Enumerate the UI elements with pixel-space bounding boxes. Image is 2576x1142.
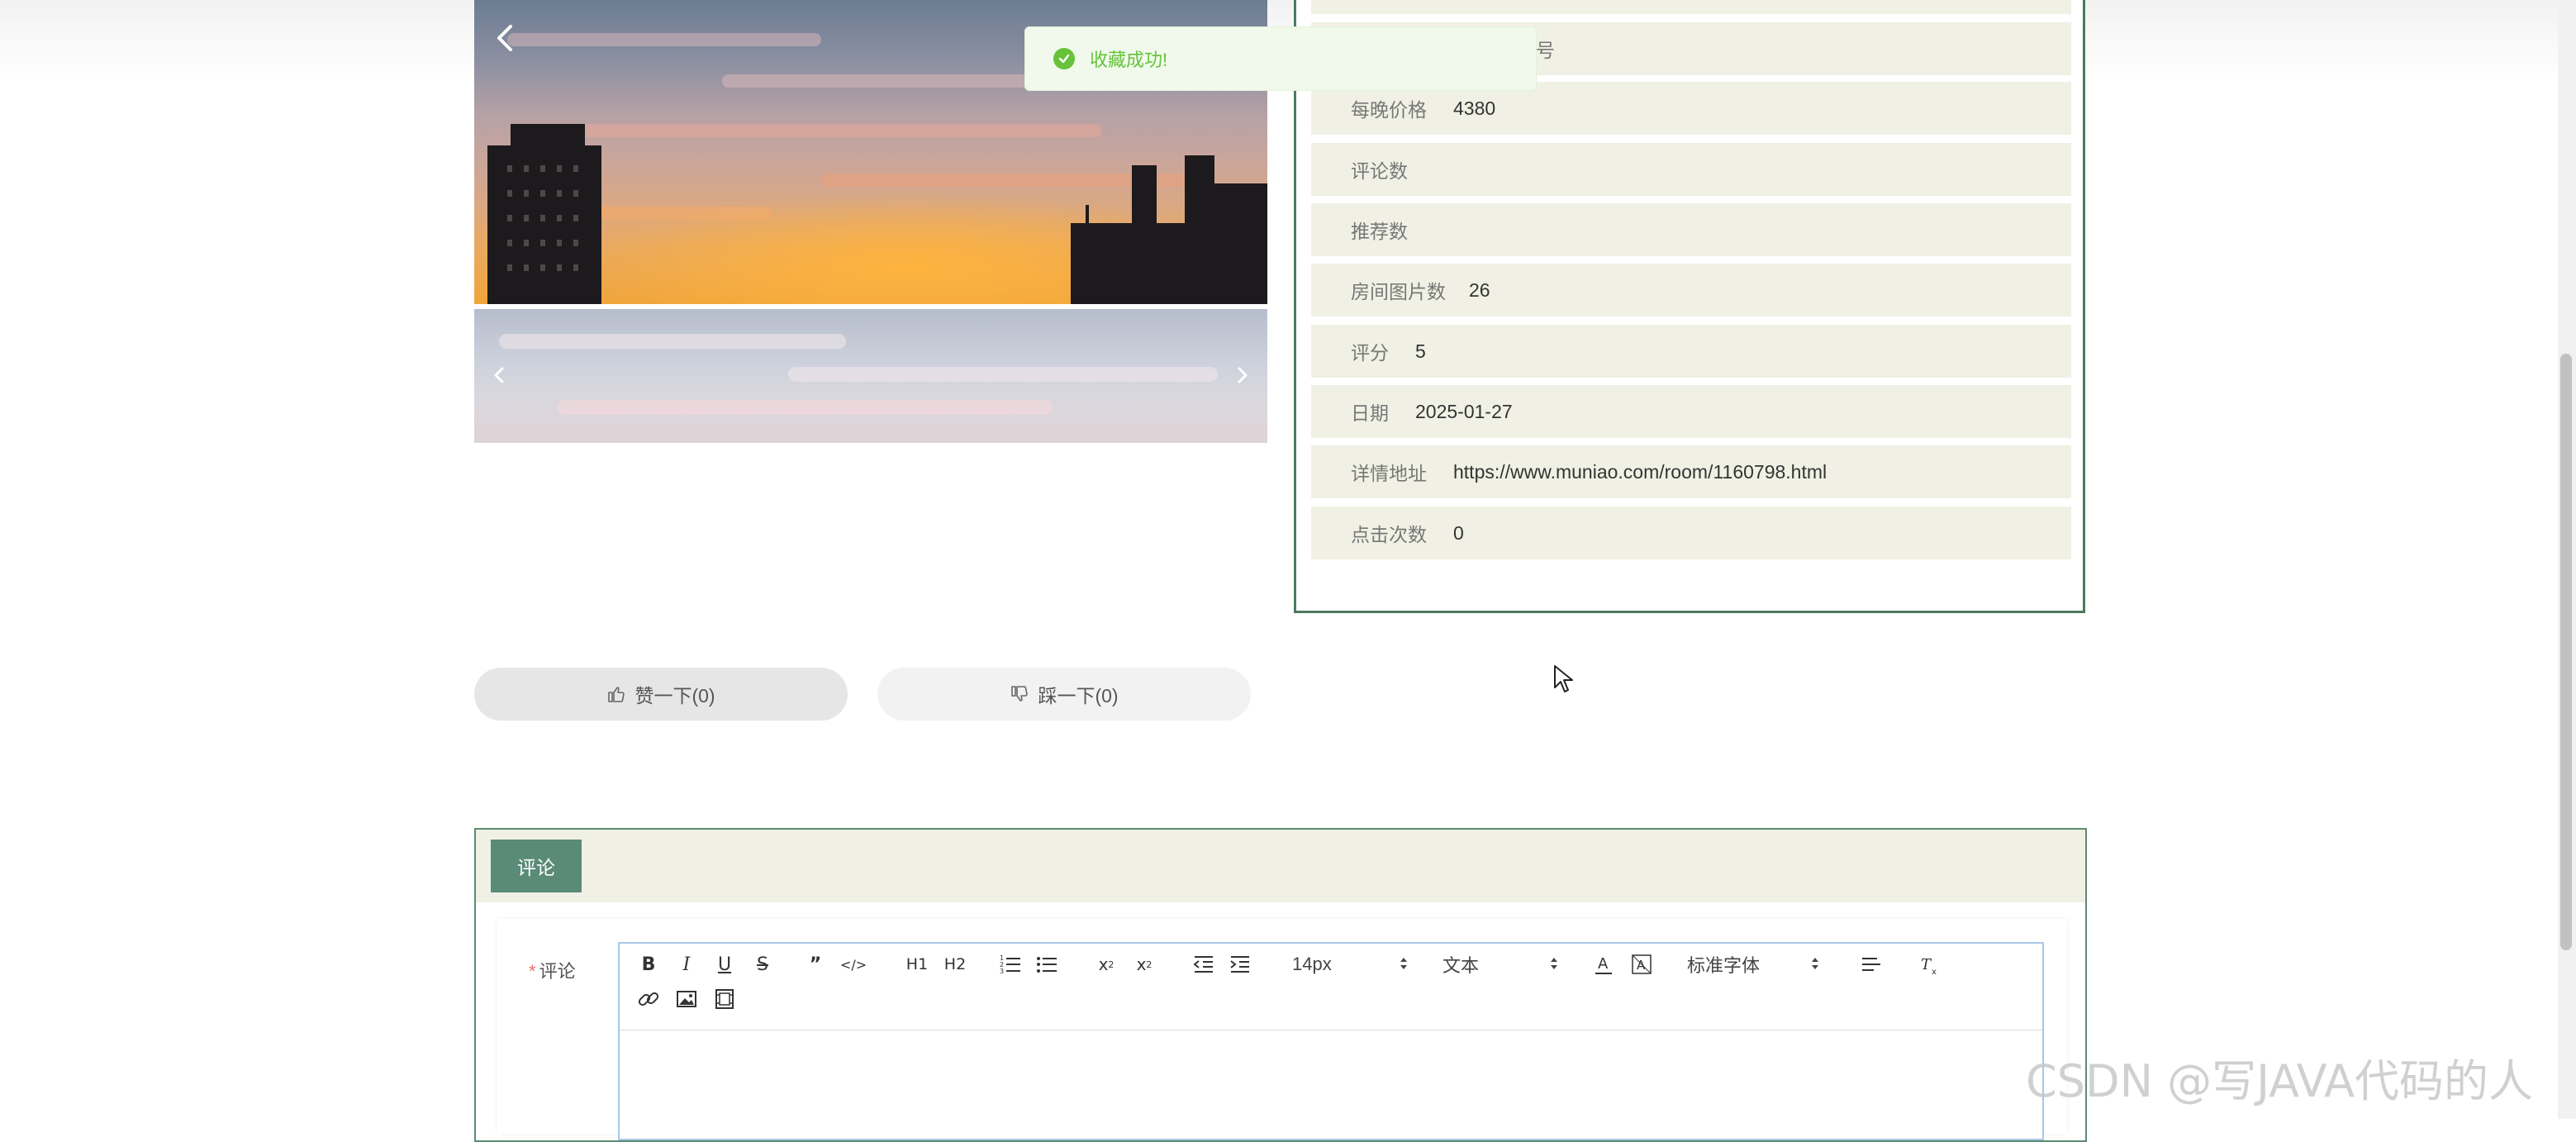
select-caret-icon xyxy=(1400,958,1407,969)
thumbnail-strip[interactable] xyxy=(474,309,1267,443)
thumbs-up-icon xyxy=(608,687,625,702)
select-caret-icon xyxy=(1812,958,1818,969)
rooftop-structure xyxy=(1228,183,1261,217)
font-size-value: 14px xyxy=(1292,954,1332,974)
background-color-icon[interactable]: A xyxy=(1629,952,1654,977)
info-label: 每晚价格 xyxy=(1351,99,1427,121)
thumbs-down-button[interactable]: 踩一下(0) xyxy=(877,668,1251,721)
mouse-cursor-icon xyxy=(1554,665,1573,692)
thumbs-down-icon xyxy=(1011,686,1029,702)
info-row-date: 日期 2025-01-27 xyxy=(1311,385,2071,438)
info-label: 详情地址 xyxy=(1351,463,1427,484)
comment-editor[interactable]: B I U S ” </> H1 H2 1 2 3 x2 x2 14px 文本 … xyxy=(618,942,2044,1140)
required-mark: * xyxy=(529,961,536,982)
link-icon[interactable] xyxy=(636,987,661,1011)
info-row-image-count: 房间图片数 26 xyxy=(1311,264,2071,316)
indent-icon[interactable] xyxy=(1228,952,1252,977)
info-row-recommend-count: 推荐数 xyxy=(1311,203,2071,256)
info-value: 5 xyxy=(1415,340,1426,362)
svg-text:x: x xyxy=(1932,968,1937,977)
cloud-streak xyxy=(499,334,846,349)
thumbs-down-label: 踩一下(0) xyxy=(1038,685,1119,707)
ordered-list-icon[interactable]: 1 2 3 xyxy=(998,952,1023,977)
comment-field-label: * 评论 xyxy=(529,957,576,983)
font-size-select[interactable]: 14px xyxy=(1292,952,1408,977)
thumbs-up-label: 赞一下(0) xyxy=(634,685,715,707)
chevron-left-icon[interactable] xyxy=(482,359,516,392)
cloud-streak xyxy=(507,33,821,46)
info-value: 0 xyxy=(1453,521,1464,544)
info-label: 点击次数 xyxy=(1351,524,1427,545)
svg-text:A: A xyxy=(1598,955,1609,973)
info-row-click-count: 点击次数 0 xyxy=(1311,507,2071,559)
bullet-list-icon[interactable] xyxy=(1034,952,1059,977)
comment-label-text: 评论 xyxy=(539,961,576,982)
info-row-partial xyxy=(1311,0,2071,14)
blockquote-icon[interactable]: ” xyxy=(803,952,828,977)
thumbs-up-button[interactable]: 赞一下(0) xyxy=(474,668,848,721)
info-value: 2025-01-27 xyxy=(1415,400,1513,422)
info-value: 4380 xyxy=(1453,97,1496,119)
antenna xyxy=(1086,205,1089,225)
watermark-text: CSDN @写JAVA代码的人 xyxy=(2026,1055,2534,1107)
editor-toolbar: B I U S ” </> H1 H2 1 2 3 x2 x2 14px 文本 … xyxy=(620,944,2042,1030)
info-row-rating: 评分 5 xyxy=(1311,325,2071,378)
header-select[interactable]: 文本 xyxy=(1442,952,1558,977)
svg-text:3: 3 xyxy=(1000,968,1004,975)
info-label: 评论数 xyxy=(1351,160,1408,182)
info-label: 推荐数 xyxy=(1351,221,1408,242)
svg-text:T: T xyxy=(1921,956,1932,973)
info-row-comment-count: 评论数 xyxy=(1311,143,2071,196)
info-label: 日期 xyxy=(1351,402,1389,424)
align-icon[interactable] xyxy=(1859,952,1884,977)
toast-message: 收藏成功! xyxy=(1090,50,1168,70)
select-caret-icon xyxy=(1551,958,1557,969)
comment-tab-bar: 评论 xyxy=(476,830,2085,902)
partial-text: 号 xyxy=(1536,40,1555,61)
scrollbar-thumb[interactable] xyxy=(2560,354,2572,950)
image-icon[interactable] xyxy=(674,987,699,1011)
success-toast: 收藏成功! xyxy=(1024,26,1537,91)
cloud-streak xyxy=(557,400,1053,415)
code-block-icon[interactable]: </> xyxy=(840,952,867,977)
info-label: 评分 xyxy=(1351,342,1389,364)
subscript-icon[interactable]: x2 xyxy=(1094,952,1119,977)
rooftop-structure xyxy=(1185,155,1214,197)
heading1-icon[interactable]: H1 xyxy=(901,952,934,977)
detail-url-link[interactable]: https://www.muniao.com/room/1160798.html xyxy=(1453,461,1827,483)
outdent-icon[interactable] xyxy=(1191,952,1216,977)
tab-comment[interactable]: 评论 xyxy=(491,840,582,892)
building-silhouette xyxy=(1071,223,1267,304)
info-value: 26 xyxy=(1469,278,1490,301)
italic-icon[interactable]: I xyxy=(674,952,699,977)
cloud-streak xyxy=(573,124,1102,137)
rooftop-structure xyxy=(1132,165,1157,223)
underline-icon[interactable]: U xyxy=(712,952,737,977)
chevron-right-icon[interactable] xyxy=(1226,359,1259,392)
cloud-streak xyxy=(788,367,1218,382)
chevron-left-icon[interactable] xyxy=(489,21,522,55)
font-family-select[interactable]: 标准字体 xyxy=(1687,952,1819,977)
info-row-detail-url: 详情地址 https://www.muniao.com/room/1160798… xyxy=(1311,445,2071,498)
check-circle-icon xyxy=(1053,48,1075,69)
strikethrough-icon[interactable]: S xyxy=(750,952,775,977)
superscript-icon[interactable]: x2 xyxy=(1132,952,1157,977)
bold-icon[interactable]: B xyxy=(636,952,661,977)
font-family-value: 标准字体 xyxy=(1687,955,1761,976)
font-color-icon[interactable]: A xyxy=(1591,952,1616,977)
svg-text:A: A xyxy=(1637,958,1646,973)
video-icon[interactable] xyxy=(712,987,737,1011)
info-label: 房间图片数 xyxy=(1351,281,1446,302)
header-select-value: 文本 xyxy=(1442,955,1480,976)
editor-content-area[interactable] xyxy=(620,1031,2042,1139)
clear-format-icon[interactable]: T x xyxy=(1917,952,1942,977)
heading2-icon[interactable]: H2 xyxy=(939,952,972,977)
building-top xyxy=(511,124,585,149)
room-info-panel: 号 每晚价格 4380 评论数 推荐数 房间图片数 26 评分 5 日期 202… xyxy=(1294,0,2085,613)
